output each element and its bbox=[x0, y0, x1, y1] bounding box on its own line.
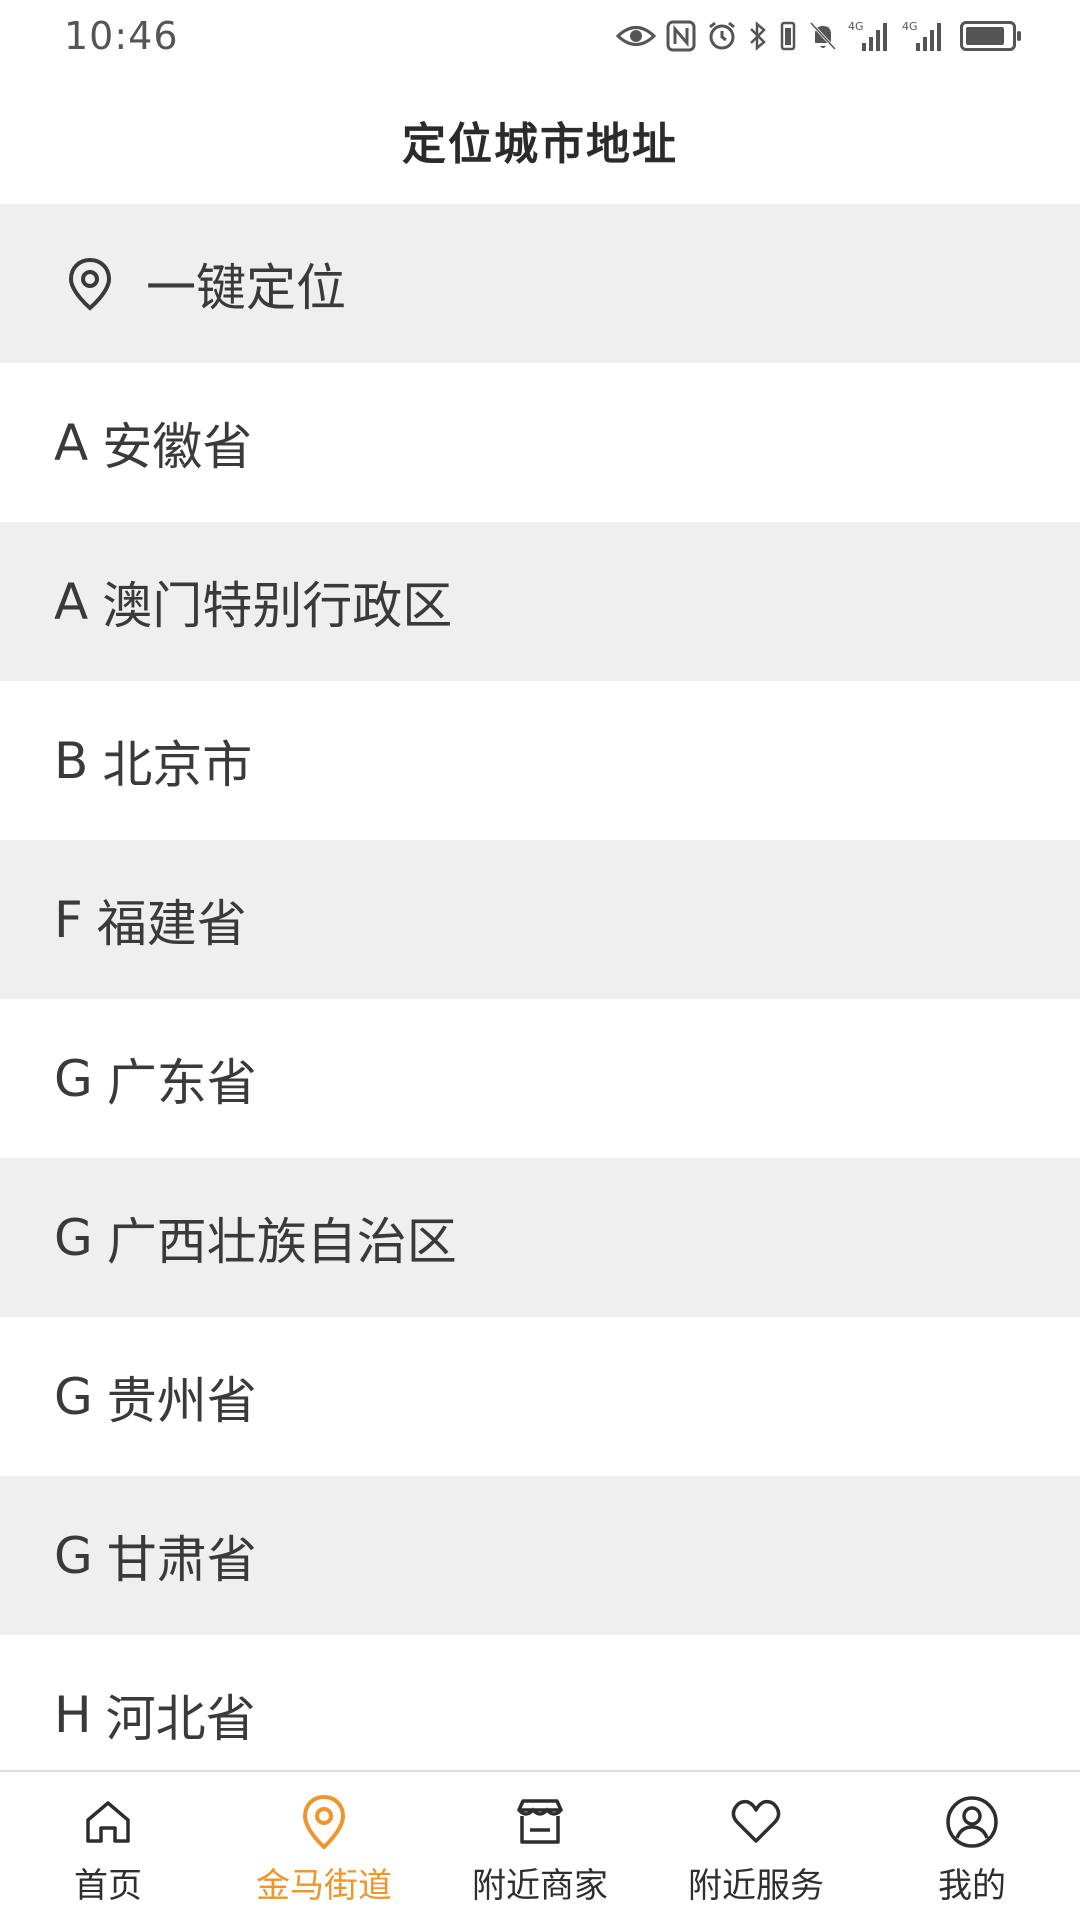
province-item[interactable]: F 福建省 bbox=[0, 840, 1080, 999]
tab-jinma-street[interactable]: 金马街道 bbox=[216, 1772, 432, 1920]
tab-label: 我的 bbox=[938, 1866, 1006, 1906]
locate-label: 一键定位 bbox=[146, 258, 346, 317]
svg-text:4G: 4G bbox=[848, 20, 864, 33]
tab-label: 附近商家 bbox=[472, 1866, 608, 1906]
status-bar: 10:46 4G 4G bbox=[0, 0, 1080, 76]
one-tap-locate-button[interactable]: 一键定位 bbox=[0, 204, 1080, 363]
user-icon bbox=[942, 1792, 1002, 1852]
signal-4g-icon: 4G bbox=[848, 16, 892, 56]
province-letter: H bbox=[54, 1685, 92, 1744]
province-item[interactable]: B 北京市 bbox=[0, 681, 1080, 840]
mute-bell-icon bbox=[808, 16, 838, 56]
province-item[interactable]: G 广西壮族自治区 bbox=[0, 1158, 1080, 1317]
tab-home[interactable]: 首页 bbox=[0, 1772, 216, 1920]
province-item[interactable]: A 安徽省 bbox=[0, 363, 1080, 522]
province-name: 河北省 bbox=[105, 1689, 256, 1748]
province-name: 贵州省 bbox=[106, 1371, 257, 1430]
province-letter: G bbox=[54, 1367, 93, 1426]
province-name: 安徽省 bbox=[102, 417, 253, 476]
tab-nearby-services[interactable]: 附近服务 bbox=[648, 1772, 864, 1920]
tab-label: 附近服务 bbox=[688, 1866, 824, 1906]
signal-4g-icon-2: 4G bbox=[902, 16, 946, 56]
location-pin-icon bbox=[62, 256, 118, 312]
province-name: 北京市 bbox=[102, 735, 253, 794]
province-item[interactable]: G 甘肃省 bbox=[0, 1476, 1080, 1635]
status-time: 10:46 bbox=[64, 14, 179, 58]
status-icons: 4G 4G bbox=[616, 16, 1021, 56]
tab-mine[interactable]: 我的 bbox=[864, 1772, 1080, 1920]
province-name: 广东省 bbox=[106, 1053, 257, 1112]
province-item[interactable]: A 澳门特别行政区 bbox=[0, 522, 1080, 681]
tab-label: 金马街道 bbox=[256, 1866, 392, 1906]
vibrate-icon bbox=[778, 16, 798, 56]
store-icon bbox=[510, 1792, 570, 1852]
location-pin-icon bbox=[294, 1792, 354, 1852]
header: 定位城市地址 bbox=[0, 76, 1080, 204]
province-name: 福建省 bbox=[96, 894, 247, 953]
eye-icon bbox=[616, 16, 656, 56]
province-letter: A bbox=[54, 572, 89, 631]
province-letter: A bbox=[54, 413, 89, 472]
province-name: 甘肃省 bbox=[106, 1530, 257, 1589]
page-title: 定位城市地址 bbox=[402, 119, 678, 170]
province-item[interactable]: G 贵州省 bbox=[0, 1317, 1080, 1476]
svg-text:4G: 4G bbox=[902, 20, 918, 33]
nfc-icon bbox=[666, 16, 696, 56]
province-name: 广西壮族自治区 bbox=[106, 1212, 457, 1271]
province-item[interactable]: H 河北省 bbox=[0, 1635, 1080, 1770]
battery-icon bbox=[960, 16, 1021, 56]
bluetooth-icon bbox=[748, 16, 768, 56]
tab-nearby-merchants[interactable]: 附近商家 bbox=[432, 1772, 648, 1920]
alarm-icon bbox=[706, 16, 738, 56]
province-letter: B bbox=[54, 731, 89, 790]
province-item[interactable]: G 广东省 bbox=[0, 999, 1080, 1158]
province-letter: G bbox=[54, 1526, 93, 1585]
province-list[interactable]: 一键定位 A 安徽省 A 澳门特别行政区 B 北京市 F 福建省 G 广东省 G… bbox=[0, 204, 1080, 1770]
province-letter: F bbox=[54, 890, 83, 949]
heart-icon bbox=[726, 1792, 786, 1852]
province-name: 澳门特别行政区 bbox=[102, 576, 453, 635]
tab-label: 首页 bbox=[74, 1866, 142, 1906]
home-icon bbox=[78, 1792, 138, 1852]
province-letter: G bbox=[54, 1049, 93, 1108]
province-letter: G bbox=[54, 1208, 93, 1267]
bottom-tab-bar: 首页 金马街道 附近商家 附近服务 我的 bbox=[0, 1770, 1080, 1920]
